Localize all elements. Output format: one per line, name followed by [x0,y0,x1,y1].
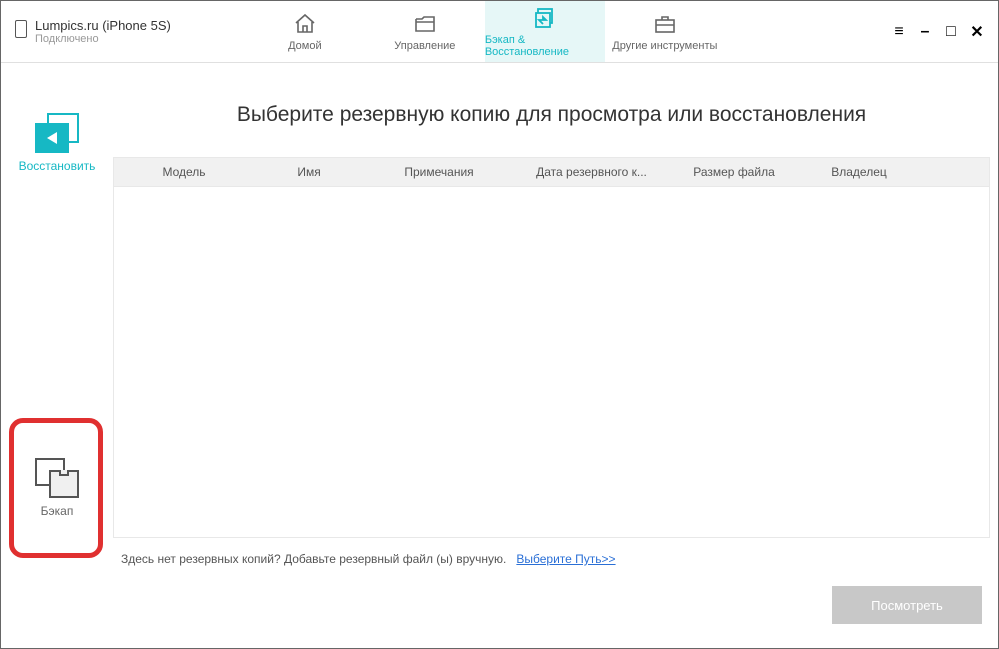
folder-icon [411,12,439,36]
tab-manage[interactable]: Управление [365,1,485,62]
view-button[interactable]: Посмотреть [832,586,982,624]
restore-icon [35,113,79,153]
device-name: Lumpics.ru (iPhone 5S) [35,18,171,33]
tab-backup-restore[interactable]: Бэкап & Восстановление [485,1,605,62]
maximize-button[interactable]: □ [942,23,960,41]
home-icon [291,12,319,36]
device-status: Подключено [35,33,171,45]
table-body [113,187,990,538]
page-title: Выберите резервную копию для просмотра и… [113,103,990,127]
titlebar: Lumpics.ru (iPhone 5S) Подключено Домой … [1,1,998,63]
backup-icon [35,458,79,498]
sidebar-item-backup[interactable]: Бэкап [1,418,113,558]
minimize-button[interactable]: – [916,23,934,41]
menu-icon[interactable]: ≡ [890,23,908,41]
sidebar: Восстановить Бэкап [1,63,113,648]
tab-label: Домой [288,40,322,52]
sidebar-label: Бэкап [41,504,74,518]
nav-tabs: Домой Управление Бэкап & Восстановление … [245,1,725,62]
sidebar-item-restore[interactable]: Восстановить [1,93,113,193]
col-owner[interactable]: Владелец [799,165,919,179]
tab-label: Управление [394,40,455,52]
col-model[interactable]: Модель [114,165,254,179]
tab-other[interactable]: Другие инструменты [605,1,725,62]
table-header: Модель Имя Примечания Дата резервного к.… [113,157,990,187]
col-size[interactable]: Размер файла [669,165,799,179]
device-info: Lumpics.ru (iPhone 5S) Подключено [1,6,185,57]
col-name[interactable]: Имя [254,165,364,179]
backup-restore-icon [531,6,559,30]
tab-label: Другие инструменты [612,40,717,52]
toolbox-icon [651,12,679,36]
empty-text: Здесь нет резервных копий? Добавьте резе… [121,552,506,566]
tab-label: Бэкап & Восстановление [485,34,605,58]
main-panel: Выберите резервную копию для просмотра и… [113,63,998,648]
col-date[interactable]: Дата резервного к... [514,165,669,179]
choose-path-link[interactable]: Выберите Путь>> [516,552,615,566]
empty-message: Здесь нет резервных копий? Добавьте резе… [121,552,990,566]
sidebar-label: Восстановить [19,159,96,173]
col-notes[interactable]: Примечания [364,165,514,179]
close-button[interactable]: ✕ [968,23,986,41]
window-controls: ≡ – □ ✕ [890,23,998,41]
tab-home[interactable]: Домой [245,1,365,62]
phone-icon [15,20,27,38]
